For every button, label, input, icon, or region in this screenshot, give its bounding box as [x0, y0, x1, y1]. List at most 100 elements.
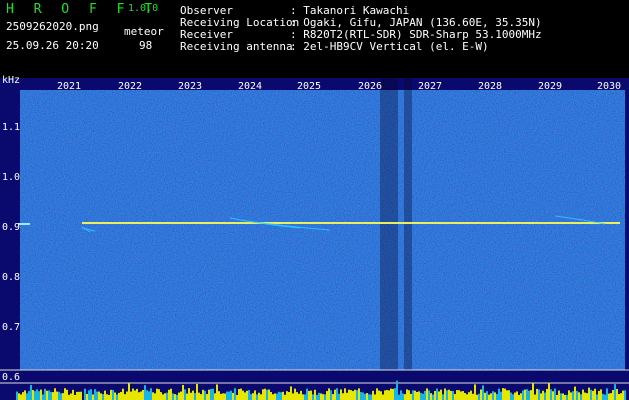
antenna-label: Receiving antenna — [180, 40, 293, 53]
level-bar — [100, 393, 102, 400]
level-bar — [346, 392, 348, 400]
level-bar — [176, 394, 178, 400]
level-bar — [64, 388, 66, 400]
level-bar — [144, 385, 146, 400]
level-bar — [78, 391, 80, 400]
level-bar — [516, 391, 518, 400]
level-bar — [18, 393, 20, 400]
level-bar — [264, 388, 266, 400]
level-bar — [412, 390, 414, 400]
level-bar — [382, 394, 384, 400]
level-bar — [594, 388, 596, 400]
level-bar — [20, 394, 22, 400]
level-bar — [314, 389, 316, 400]
level-bar — [408, 390, 410, 400]
level-bar — [352, 391, 354, 400]
level-bar — [60, 393, 62, 400]
header-panel: H R O F F T 1.0.0 2509262020.png 25.09.2… — [0, 0, 629, 78]
level-bar — [386, 390, 388, 400]
level-bar — [384, 390, 386, 400]
level-bar — [130, 391, 132, 400]
level-bar — [154, 393, 156, 400]
level-bar — [250, 394, 252, 400]
level-bar — [160, 392, 162, 400]
level-bar — [550, 389, 552, 400]
level-bar — [506, 390, 508, 400]
level-bar — [544, 392, 546, 400]
level-bar — [208, 389, 210, 400]
level-bar — [98, 391, 100, 400]
level-bar — [116, 394, 118, 400]
level-bar — [390, 388, 392, 400]
level-bar — [274, 393, 276, 400]
level-bar — [108, 394, 110, 400]
level-bar — [356, 390, 358, 400]
level-bar — [464, 392, 466, 400]
level-bar — [546, 388, 548, 400]
level-bar — [68, 394, 70, 400]
level-bar — [230, 390, 232, 400]
level-bar — [308, 390, 310, 400]
level-bar — [286, 391, 288, 400]
level-bar — [146, 390, 148, 400]
y-tick-3: 0.9 — [2, 222, 21, 233]
level-bar — [472, 393, 474, 400]
level-bar — [490, 393, 492, 400]
level-bar — [600, 389, 602, 400]
level-bar — [266, 389, 268, 400]
level-bar — [66, 389, 68, 400]
level-bar — [84, 388, 86, 400]
level-bar — [536, 388, 538, 400]
level-bar — [184, 389, 186, 400]
x-tick-5: 2025 — [297, 81, 322, 92]
level-bar — [566, 394, 568, 400]
level-bar — [344, 388, 346, 400]
level-bar — [322, 394, 324, 400]
level-bar — [606, 388, 608, 400]
level-bar — [128, 382, 130, 400]
level-bar — [298, 393, 300, 400]
level-bar — [170, 388, 172, 400]
level-bar — [394, 388, 396, 400]
level-bar — [510, 392, 512, 400]
level-bar — [318, 392, 320, 400]
level-bar — [432, 394, 434, 400]
level-bar — [238, 389, 240, 400]
level-bar — [224, 393, 226, 400]
level-bar — [158, 389, 160, 400]
level-bar — [362, 392, 364, 400]
level-bar — [484, 392, 486, 400]
level-bar — [410, 393, 412, 400]
level-bar — [260, 394, 262, 400]
level-bar — [360, 391, 362, 400]
level-bar — [192, 390, 194, 400]
level-bar — [172, 393, 174, 400]
level-bar — [222, 393, 224, 400]
level-bar — [442, 394, 444, 400]
level-bar — [616, 389, 618, 400]
level-bar — [426, 388, 428, 400]
level-bar — [454, 394, 456, 400]
level-bar — [396, 380, 398, 400]
level-bar — [256, 394, 258, 400]
level-bar — [214, 393, 216, 400]
level-bar — [572, 391, 574, 400]
level-bar — [270, 391, 272, 400]
level-bar — [342, 393, 344, 400]
level-bar — [92, 394, 94, 400]
level-bar — [204, 390, 206, 400]
level-bar — [88, 390, 90, 400]
app-version: 1.0.0 — [128, 3, 159, 14]
level-bar — [620, 393, 622, 400]
x-tick-1: 2021 — [57, 81, 82, 92]
level-bar — [460, 391, 462, 400]
y-tick-5: 0.7 — [2, 322, 21, 333]
level-bar — [268, 389, 270, 400]
level-bar — [142, 389, 144, 400]
level-bar — [200, 394, 202, 400]
level-bar — [580, 394, 582, 400]
level-bar — [156, 388, 158, 400]
level-bar — [488, 394, 490, 400]
level-bar — [336, 388, 338, 400]
level-bar — [288, 391, 290, 400]
